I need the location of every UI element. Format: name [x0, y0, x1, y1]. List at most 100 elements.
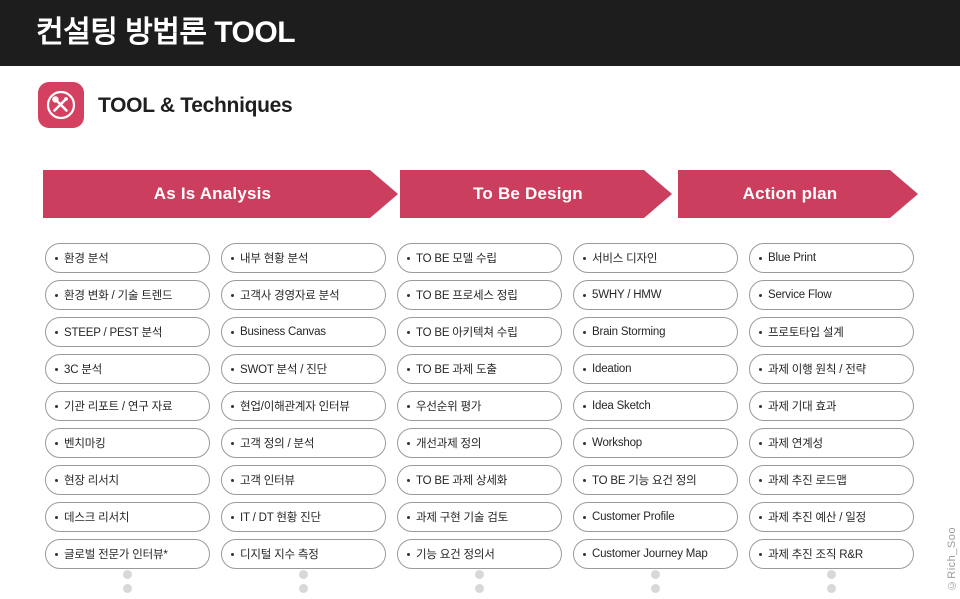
tool-item-label: 환경 변화 / 기술 트렌드	[64, 290, 173, 302]
page-title: 컨설팅 방법론 TOOL	[36, 16, 296, 49]
bullet-icon	[55, 367, 58, 371]
tool-item[interactable]: Customer Profile	[573, 502, 738, 532]
tool-item[interactable]: 글로벌 전문가 인터뷰*	[45, 539, 210, 569]
tool-item-label: 우선순위 평가	[416, 401, 482, 413]
tool-item[interactable]: 현장 리서치	[45, 465, 210, 495]
tool-item[interactable]: Workshop	[573, 428, 738, 458]
bullet-icon	[55, 478, 58, 482]
phase-banner-to-be-design[interactable]: To Be Design	[400, 170, 672, 218]
tool-item[interactable]: Brain Storming	[573, 317, 738, 347]
tool-item-label: Workshop	[592, 437, 642, 449]
tool-item-label: TO BE 기능 요건 정의	[592, 475, 697, 487]
tool-item[interactable]: TO BE 모델 수립	[397, 243, 562, 273]
tool-item[interactable]: IT / DT 현황 진단	[221, 502, 386, 532]
tool-item-label: Idea Sketch	[592, 400, 651, 412]
tool-item[interactable]: TO BE 기능 요건 정의	[573, 465, 738, 495]
decor-dot-icon	[123, 584, 132, 593]
tool-item[interactable]: 벤치마킹	[45, 428, 210, 458]
bullet-icon	[407, 256, 410, 260]
bullet-icon	[583, 256, 586, 260]
tool-item[interactable]: 과제 추진 예산 / 일정	[749, 502, 914, 532]
bullet-icon	[55, 330, 58, 334]
tool-item-label: SWOT 분석 / 진단	[240, 364, 327, 376]
tool-item[interactable]: 고객 정의 / 분석	[221, 428, 386, 458]
decor-dot-icon	[651, 570, 660, 579]
footer-dots-column-1	[45, 570, 210, 593]
tool-item[interactable]: 우선순위 평가	[397, 391, 562, 421]
tool-item[interactable]: SWOT 분석 / 진단	[221, 354, 386, 384]
phase-label: Action plan	[742, 184, 838, 203]
tool-item-label: 개선과제 정의	[416, 438, 482, 450]
tool-item[interactable]: Business Canvas	[221, 317, 386, 347]
bullet-icon	[583, 552, 586, 556]
bullet-icon	[231, 478, 234, 482]
tool-item-label: Service Flow	[768, 289, 832, 301]
tool-item[interactable]: TO BE 프로세스 정립	[397, 280, 562, 310]
decor-dot-icon	[475, 570, 484, 579]
bullet-icon	[759, 256, 762, 260]
tool-item-label: 5WHY / HMW	[592, 289, 662, 301]
section-heading: TOOL & Techniques	[38, 82, 293, 128]
phase-banner-as-is-analysis[interactable]: As Is Analysis	[43, 170, 398, 218]
tool-item[interactable]: 고객사 경영자료 분석	[221, 280, 386, 310]
bullet-icon	[583, 330, 586, 334]
tool-item-label: Customer Journey Map	[592, 548, 708, 560]
tool-item[interactable]: 데스크 리서치	[45, 502, 210, 532]
tool-item[interactable]: 환경 변화 / 기술 트렌드	[45, 280, 210, 310]
tool-item[interactable]: 환경 분석	[45, 243, 210, 273]
tool-item-label: Blue Print	[768, 252, 816, 264]
tool-item-label: STEEP / PEST 분석	[64, 327, 163, 339]
tool-item[interactable]: 프로토타입 설계	[749, 317, 914, 347]
bullet-icon	[231, 293, 234, 297]
tool-item[interactable]: 기관 리포트 / 연구 자료	[45, 391, 210, 421]
tool-item[interactable]: 과제 추진 로드맵	[749, 465, 914, 495]
decor-dot-icon	[123, 570, 132, 579]
tool-item[interactable]: 고객 인터뷰	[221, 465, 386, 495]
tool-item[interactable]: 3C 분석	[45, 354, 210, 384]
bullet-icon	[55, 441, 58, 445]
tool-item[interactable]: 과제 구현 기술 검토	[397, 502, 562, 532]
tool-item[interactable]: 과제 기대 효과	[749, 391, 914, 421]
tool-item[interactable]: 내부 현황 분석	[221, 243, 386, 273]
tool-item-label: TO BE 모델 수립	[416, 253, 497, 265]
bullet-icon	[759, 404, 762, 408]
tools-crossed-icon	[38, 82, 84, 128]
bullet-icon	[759, 293, 762, 297]
tool-item[interactable]: Ideation	[573, 354, 738, 384]
tool-item[interactable]: Customer Journey Map	[573, 539, 738, 569]
tool-item[interactable]: 과제 이행 원칙 / 전략	[749, 354, 914, 384]
tool-item-label: TO BE 과제 상세화	[416, 475, 508, 487]
tool-item[interactable]: 현업/이해관계자 인터뷰	[221, 391, 386, 421]
bullet-icon	[231, 256, 234, 260]
tool-column-4: 서비스 디자인 5WHY / HMW Brain Storming Ideati…	[573, 243, 738, 569]
tool-item[interactable]: STEEP / PEST 분석	[45, 317, 210, 347]
footer-dots-column-2	[221, 570, 386, 593]
footer-dots-column-5	[749, 570, 914, 593]
tool-item[interactable]: 서비스 디자인	[573, 243, 738, 273]
tool-item[interactable]: Service Flow	[749, 280, 914, 310]
tool-item[interactable]: TO BE 아키텍쳐 수립	[397, 317, 562, 347]
decor-dot-icon	[827, 570, 836, 579]
tool-item[interactable]: 기능 요건 정의서	[397, 539, 562, 569]
tool-item-label: TO BE 과제 도출	[416, 364, 497, 376]
tool-item[interactable]: 과제 추진 조직 R&R	[749, 539, 914, 569]
tool-column-2: 내부 현황 분석 고객사 경영자료 분석 Business Canvas SWO…	[221, 243, 386, 569]
tool-item[interactable]: Idea Sketch	[573, 391, 738, 421]
tool-item-label: 고객사 경영자료 분석	[240, 290, 340, 302]
tool-item-label: 과제 추진 예산 / 일정	[768, 512, 867, 524]
tool-item[interactable]: TO BE 과제 도출	[397, 354, 562, 384]
bullet-icon	[55, 404, 58, 408]
tool-item[interactable]: Blue Print	[749, 243, 914, 273]
tool-item[interactable]: TO BE 과제 상세화	[397, 465, 562, 495]
phase-banner-action-plan[interactable]: Action plan	[678, 170, 918, 218]
tool-item[interactable]: 과제 연계성	[749, 428, 914, 458]
tool-item[interactable]: 개선과제 정의	[397, 428, 562, 458]
tool-item-label: 과제 이행 원칙 / 전략	[768, 364, 867, 376]
bullet-icon	[759, 552, 762, 556]
footer-dots-column-4	[573, 570, 738, 593]
bullet-icon	[231, 367, 234, 371]
tool-item[interactable]: 5WHY / HMW	[573, 280, 738, 310]
tool-item-label: 기관 리포트 / 연구 자료	[64, 401, 173, 413]
tool-item[interactable]: 디지털 지수 측정	[221, 539, 386, 569]
tool-item-label: 프로토타입 설계	[768, 327, 844, 339]
